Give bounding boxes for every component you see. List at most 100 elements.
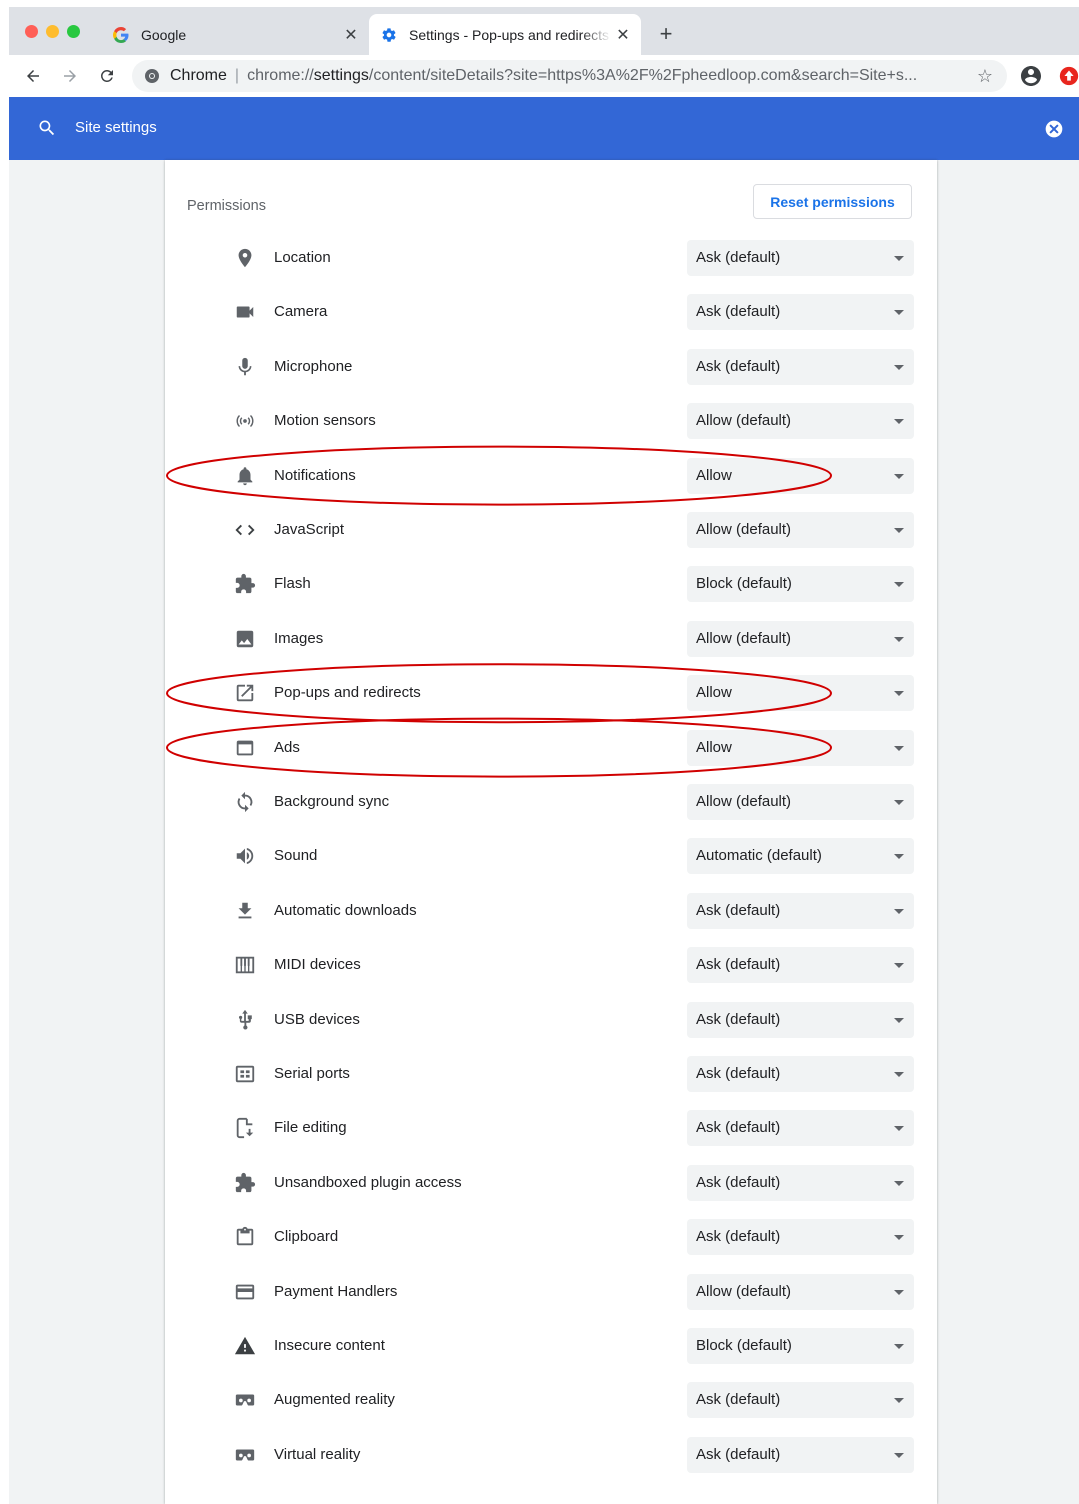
permission-label: Augmented reality [274, 1391, 395, 1409]
search-icon [39, 120, 55, 136]
browser-window: Google ✕ Settings - Pop-ups and redirect… [9, 7, 1079, 1504]
dropdown-arrow-icon [894, 364, 904, 370]
dropdown-arrow-icon [894, 800, 904, 805]
permission-label: Background sync [274, 793, 390, 810]
tab-title: Settings - Pop-ups and redirects [409, 26, 609, 43]
bookmark-star-icon[interactable]: ☆ [973, 66, 997, 87]
permission-select[interactable]: Allow (default) [687, 512, 914, 548]
new-tab-button[interactable]: + [654, 21, 678, 47]
permission-value: Ask (default) [696, 1173, 781, 1191]
dropdown-arrow-icon [894, 963, 904, 969]
permission-row-pop-ups-and-redirects: Pop-ups and redirects Allow [165, 666, 937, 720]
permission-row-unsandboxed-plugin-access: Unsandboxed plugin access Ask (default) [165, 1156, 937, 1210]
permission-value: Block (default) [696, 575, 792, 593]
dropdown-arrow-icon [894, 1344, 904, 1349]
gear-icon [381, 27, 397, 43]
permission-value: Allow [696, 738, 732, 756]
permission-select[interactable]: Allow (default) [687, 620, 914, 657]
permission-row-sound: Sound Automatic (default) [165, 829, 937, 883]
code-icon [233, 518, 257, 542]
permission-select[interactable]: Ask (default) [687, 1110, 914, 1147]
dropdown-arrow-icon [894, 256, 904, 261]
download-icon [233, 899, 257, 923]
url-host: settings [313, 67, 369, 84]
close-tab-icon[interactable]: ✕ [611, 25, 635, 45]
minimize-window-button[interactable] [46, 25, 59, 38]
forward-button[interactable] [58, 64, 82, 88]
permission-row-motion-sensors: Motion sensors Allow (default) [165, 394, 937, 448]
url-text: chrome://settings/content/siteDetails?si… [247, 67, 973, 85]
tab-settings[interactable]: Settings - Pop-ups and redirects ✕ [369, 14, 641, 55]
search-input[interactable]: Site settings [75, 119, 157, 136]
permission-row-camera: Camera Ask (default) [165, 285, 937, 339]
permission-select[interactable]: Ask (default) [687, 1056, 914, 1092]
extension-button[interactable] [1057, 64, 1079, 88]
permission-row-virtual-reality: Virtual reality Ask (default) [165, 1428, 937, 1482]
url-prefix: chrome:// [247, 67, 314, 84]
permission-select[interactable]: Ask (default) [687, 892, 914, 929]
permission-value: Ask (default) [696, 956, 781, 974]
permission-select[interactable]: Ask (default) [687, 348, 914, 385]
permission-value: Block (default) [696, 1337, 792, 1354]
location-pin-icon [233, 246, 257, 270]
chrome-icon [145, 69, 159, 83]
permission-select[interactable]: Allow (default) [687, 784, 914, 820]
permission-select[interactable]: Ask (default) [687, 1219, 914, 1256]
close-tab-icon[interactable]: ✕ [339, 25, 363, 45]
permission-label: Automatic downloads [274, 901, 417, 919]
clear-search-icon[interactable] [1044, 119, 1064, 139]
permission-select[interactable]: Allow (default) [687, 1273, 914, 1310]
permission-select[interactable]: Block (default) [687, 1328, 914, 1364]
back-button[interactable] [21, 64, 45, 88]
permission-value: Ask (default) [696, 303, 781, 321]
permissions-heading: Permissions [187, 198, 266, 214]
permission-select[interactable]: Ask (default) [687, 1001, 914, 1038]
permission-select[interactable]: Ask (default) [687, 1436, 914, 1473]
extension-badge-icon [1059, 66, 1079, 86]
vr-headset-icon [233, 1443, 257, 1467]
warning-icon [233, 1334, 257, 1358]
permission-label: Payment Handlers [274, 1282, 398, 1300]
settings-header: Site settings [9, 97, 1079, 160]
permission-select[interactable]: Ask (default) [687, 240, 914, 276]
permission-select[interactable]: Ask (default) [687, 1382, 914, 1419]
permission-row-augmented-reality: Augmented reality Ask (default) [165, 1373, 937, 1427]
permission-select[interactable]: Allow [687, 675, 914, 712]
dropdown-arrow-icon [894, 1452, 904, 1458]
permission-select[interactable]: Ask (default) [687, 1164, 914, 1201]
permission-select[interactable]: Automatic (default) [687, 838, 914, 875]
permission-select[interactable]: Block (default) [687, 566, 914, 603]
dropdown-arrow-icon [894, 854, 904, 860]
permissions-card: Permissions Reset permissions Location As… [165, 160, 937, 1504]
permission-value: Ask (default) [696, 1010, 781, 1028]
permission-row-midi-devices: MIDI devices Ask (default) [165, 938, 937, 992]
profile-button[interactable] [1019, 64, 1043, 88]
permission-label: Microphone [274, 357, 353, 375]
sync-icon [233, 790, 257, 814]
permission-select[interactable]: Ask (default) [687, 947, 914, 984]
maximize-window-button[interactable] [67, 25, 80, 38]
permission-row-background-sync: Background sync Allow (default) [165, 775, 937, 829]
address-bar[interactable]: Chrome | chrome://settings/content/siteD… [132, 60, 1007, 92]
dropdown-arrow-icon [894, 745, 904, 751]
clipboard-icon [233, 1225, 257, 1249]
reload-button[interactable] [95, 64, 119, 88]
permission-select[interactable]: Allow [687, 729, 914, 766]
dropdown-arrow-icon [894, 473, 904, 479]
close-window-button[interactable] [25, 25, 38, 38]
permission-select[interactable]: Allow (default) [687, 403, 914, 440]
permission-value: Allow (default) [696, 793, 792, 810]
permission-value: Ask (default) [696, 1445, 781, 1463]
microphone-icon [233, 355, 257, 379]
permission-value: Allow (default) [696, 629, 792, 647]
permission-row-file-editing: File editing Ask (default) [165, 1101, 937, 1155]
permission-label: Motion sensors [274, 412, 376, 430]
permission-row-ads: Ads Allow [165, 721, 937, 775]
sensors-icon [233, 409, 257, 433]
permission-select[interactable]: Ask (default) [687, 294, 914, 331]
permission-label: MIDI devices [274, 956, 361, 974]
permission-select[interactable]: Allow [687, 457, 914, 494]
usb-icon [233, 1008, 257, 1032]
reset-permissions-button[interactable]: Reset permissions [753, 184, 912, 219]
tab-google[interactable]: Google ✕ [101, 14, 369, 55]
